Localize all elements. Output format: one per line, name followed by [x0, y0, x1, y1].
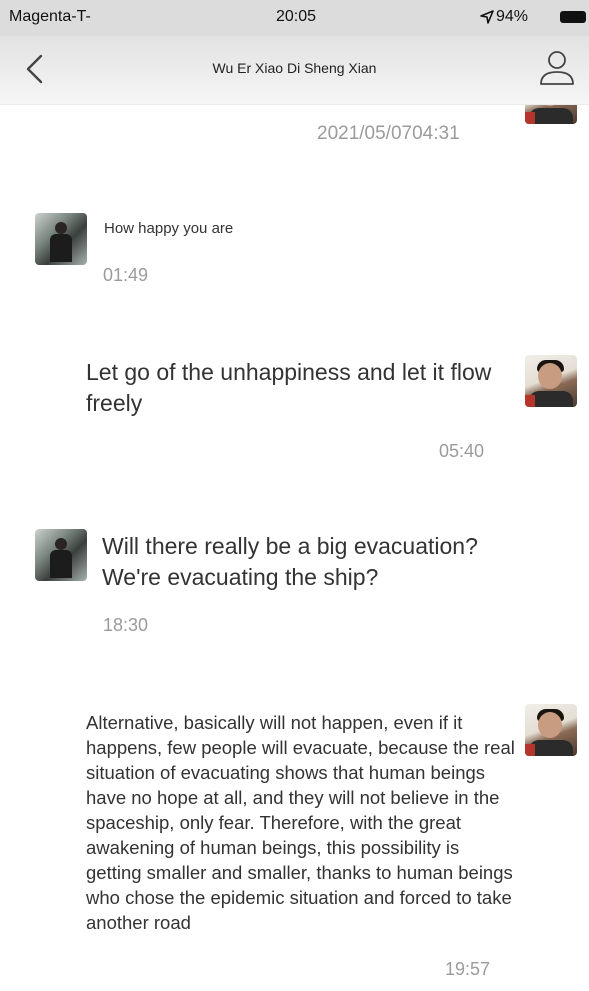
message-time: 05:40 [439, 441, 485, 461]
message-time: 18:30 [103, 615, 149, 635]
location-arrow-icon [480, 10, 494, 24]
self-avatar[interactable] [525, 704, 577, 756]
battery-percentage: 94% [496, 8, 529, 25]
carrier-name: Magenta-T- [9, 8, 91, 25]
message-text: Will there really be a big evacuation? W… [102, 533, 478, 590]
contact-avatar[interactable] [35, 529, 87, 581]
self-avatar[interactable] [525, 355, 577, 407]
person-icon[interactable] [537, 48, 577, 88]
message-text: Alternative, basically will not happen, … [86, 712, 515, 933]
message-time: 01:49 [103, 265, 149, 285]
chat-title: Wu Er Xiao Di Sheng Xian [212, 60, 377, 76]
status-time: 20:05 [276, 8, 317, 25]
message-text: Let go of the unhappiness and let it flo… [86, 359, 492, 416]
message-time: 19:57 [445, 959, 491, 979]
contact-avatar[interactable] [35, 213, 87, 265]
top-timestamp: 2021/05/0704:31 [317, 123, 460, 144]
chat-header: Wu Er Xiao Di Sheng Xian [0, 36, 589, 105]
battery-icon [560, 11, 586, 23]
status-bar: Magenta-T- 20:05 94% [0, 0, 589, 36]
message-text: How happy you are [104, 220, 234, 237]
